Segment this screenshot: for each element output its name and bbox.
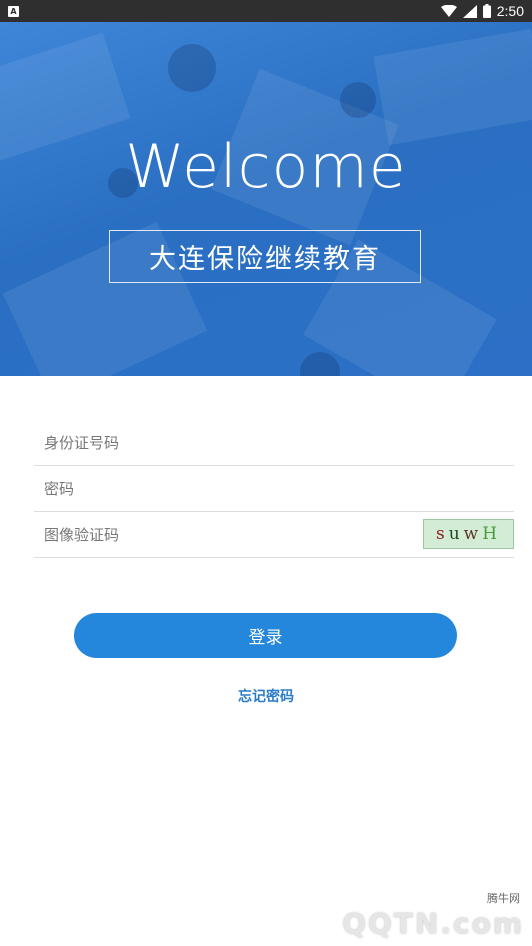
welcome-banner: Welcome 大连保险继续教育 [0, 22, 532, 376]
banner-decoration [168, 44, 216, 92]
watermark: 腾牛网 QQTN.com [314, 890, 524, 940]
captcha-field-row: s u w H [34, 512, 514, 558]
captcha-char: u [448, 524, 464, 544]
signal-icon [462, 4, 477, 18]
watermark-site-name: 腾牛网 [487, 892, 520, 905]
banner-decoration [373, 28, 532, 146]
battery-icon [482, 4, 491, 18]
password-field-row [34, 466, 514, 512]
captcha-input[interactable] [34, 525, 404, 544]
welcome-title: Welcome [125, 132, 407, 202]
login-button[interactable]: 登录 [74, 613, 457, 658]
banner-decoration [300, 352, 340, 376]
status-bar: A 2:50 [0, 0, 532, 22]
captcha-image[interactable]: s u w H [423, 519, 514, 549]
app-subtitle: 大连保险继续教育 [109, 230, 421, 283]
id-number-input[interactable] [34, 433, 514, 452]
password-input[interactable] [34, 479, 514, 498]
watermark-logo: QQTN.com [342, 907, 524, 940]
banner-decoration [340, 82, 376, 118]
a-square-icon: A [8, 5, 19, 17]
wifi-icon [440, 4, 457, 17]
forgot-password-link[interactable]: 忘记密码 [0, 686, 532, 706]
id-number-field-row [34, 420, 514, 466]
captcha-char: H [482, 524, 502, 544]
clock: 2:50 [496, 3, 524, 19]
captcha-char: w [463, 524, 483, 544]
login-form: s u w H [34, 420, 514, 558]
captcha-char: s [435, 524, 449, 544]
